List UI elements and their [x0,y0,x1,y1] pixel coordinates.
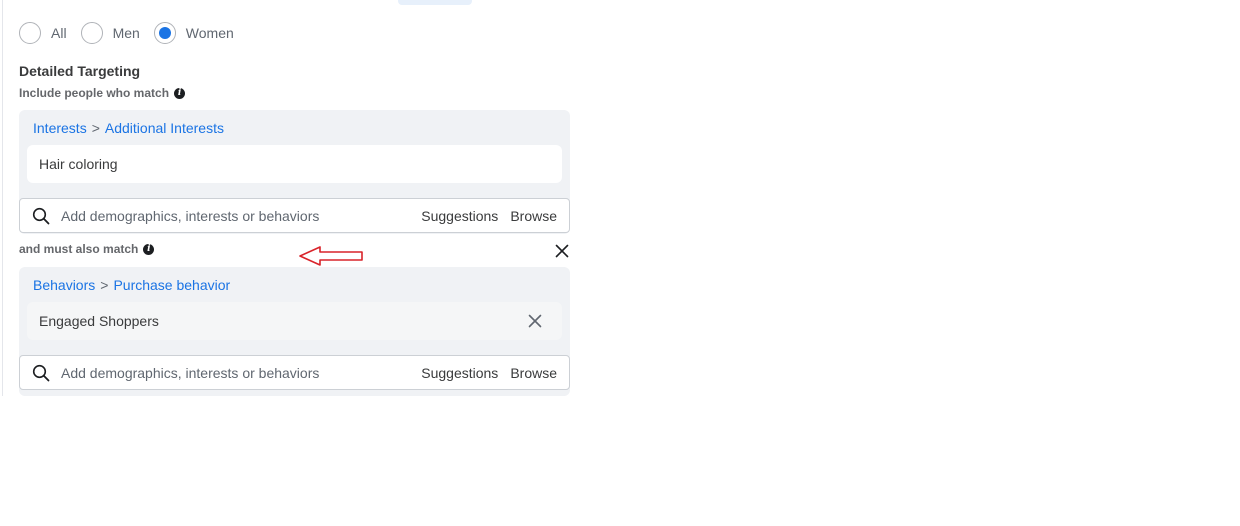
targeting-search-input[interactable] [59,363,422,382]
radio-button-selected[interactable] [153,22,176,44]
breadcrumb: Behaviors > Purchase behavior [33,277,230,293]
targeting-search-input[interactable] [59,206,422,225]
breadcrumb: Interests > Additional Interests [33,120,224,136]
gender-option-label: Women [185,25,234,41]
close-icon[interactable] [555,244,569,258]
breadcrumb-separator: > [91,120,100,136]
must-match-label-text: and must also match [19,242,139,256]
suggestions-button[interactable]: Suggestions [421,208,498,224]
info-icon[interactable]: i [143,243,155,255]
info-icon[interactable]: i [174,87,186,99]
suggestions-button[interactable]: Suggestions [421,365,498,381]
detailed-targeting-title: Detailed Targeting [19,63,141,79]
radio-selected-dot [158,27,171,39]
breadcrumb-category-link[interactable]: Interests [33,120,87,136]
search-icon [32,364,50,381]
gender-option-men[interactable]: Men [80,22,140,44]
breadcrumb-separator: > [100,277,109,293]
targeting-item-label: Hair coloring [39,156,118,172]
top-tab-indicator [398,0,472,5]
gender-option-label: Men [112,25,140,41]
include-search-bar: Suggestions Browse [19,198,570,233]
targeting-item[interactable]: Hair coloring [27,145,562,183]
browse-button[interactable]: Browse [510,208,557,224]
browse-button[interactable]: Browse [510,365,557,381]
breadcrumb-category-link[interactable]: Behaviors [33,277,95,293]
include-label-text: Include people who match [19,86,170,100]
targeting-item[interactable]: Engaged Shoppers [27,302,562,340]
gender-radio-group: All Men Women [19,21,248,45]
breadcrumb-subcategory-link[interactable]: Purchase behavior [113,277,230,293]
remove-item-icon[interactable] [528,314,542,328]
include-label: Include people who match i [19,86,186,100]
search-icon [32,207,50,224]
radio-button[interactable] [19,22,41,44]
left-arrow-icon [299,246,363,266]
left-divider [2,0,3,396]
breadcrumb-subcategory-link[interactable]: Additional Interests [105,120,224,136]
gender-option-women[interactable]: Women [153,22,234,44]
must-match-search-bar: Suggestions Browse [19,355,570,390]
gender-option-all[interactable]: All [19,22,67,44]
must-match-label: and must also match i [19,242,155,256]
targeting-item-label: Engaged Shoppers [39,313,159,329]
radio-button[interactable] [80,22,103,44]
gender-option-label: All [51,25,67,41]
